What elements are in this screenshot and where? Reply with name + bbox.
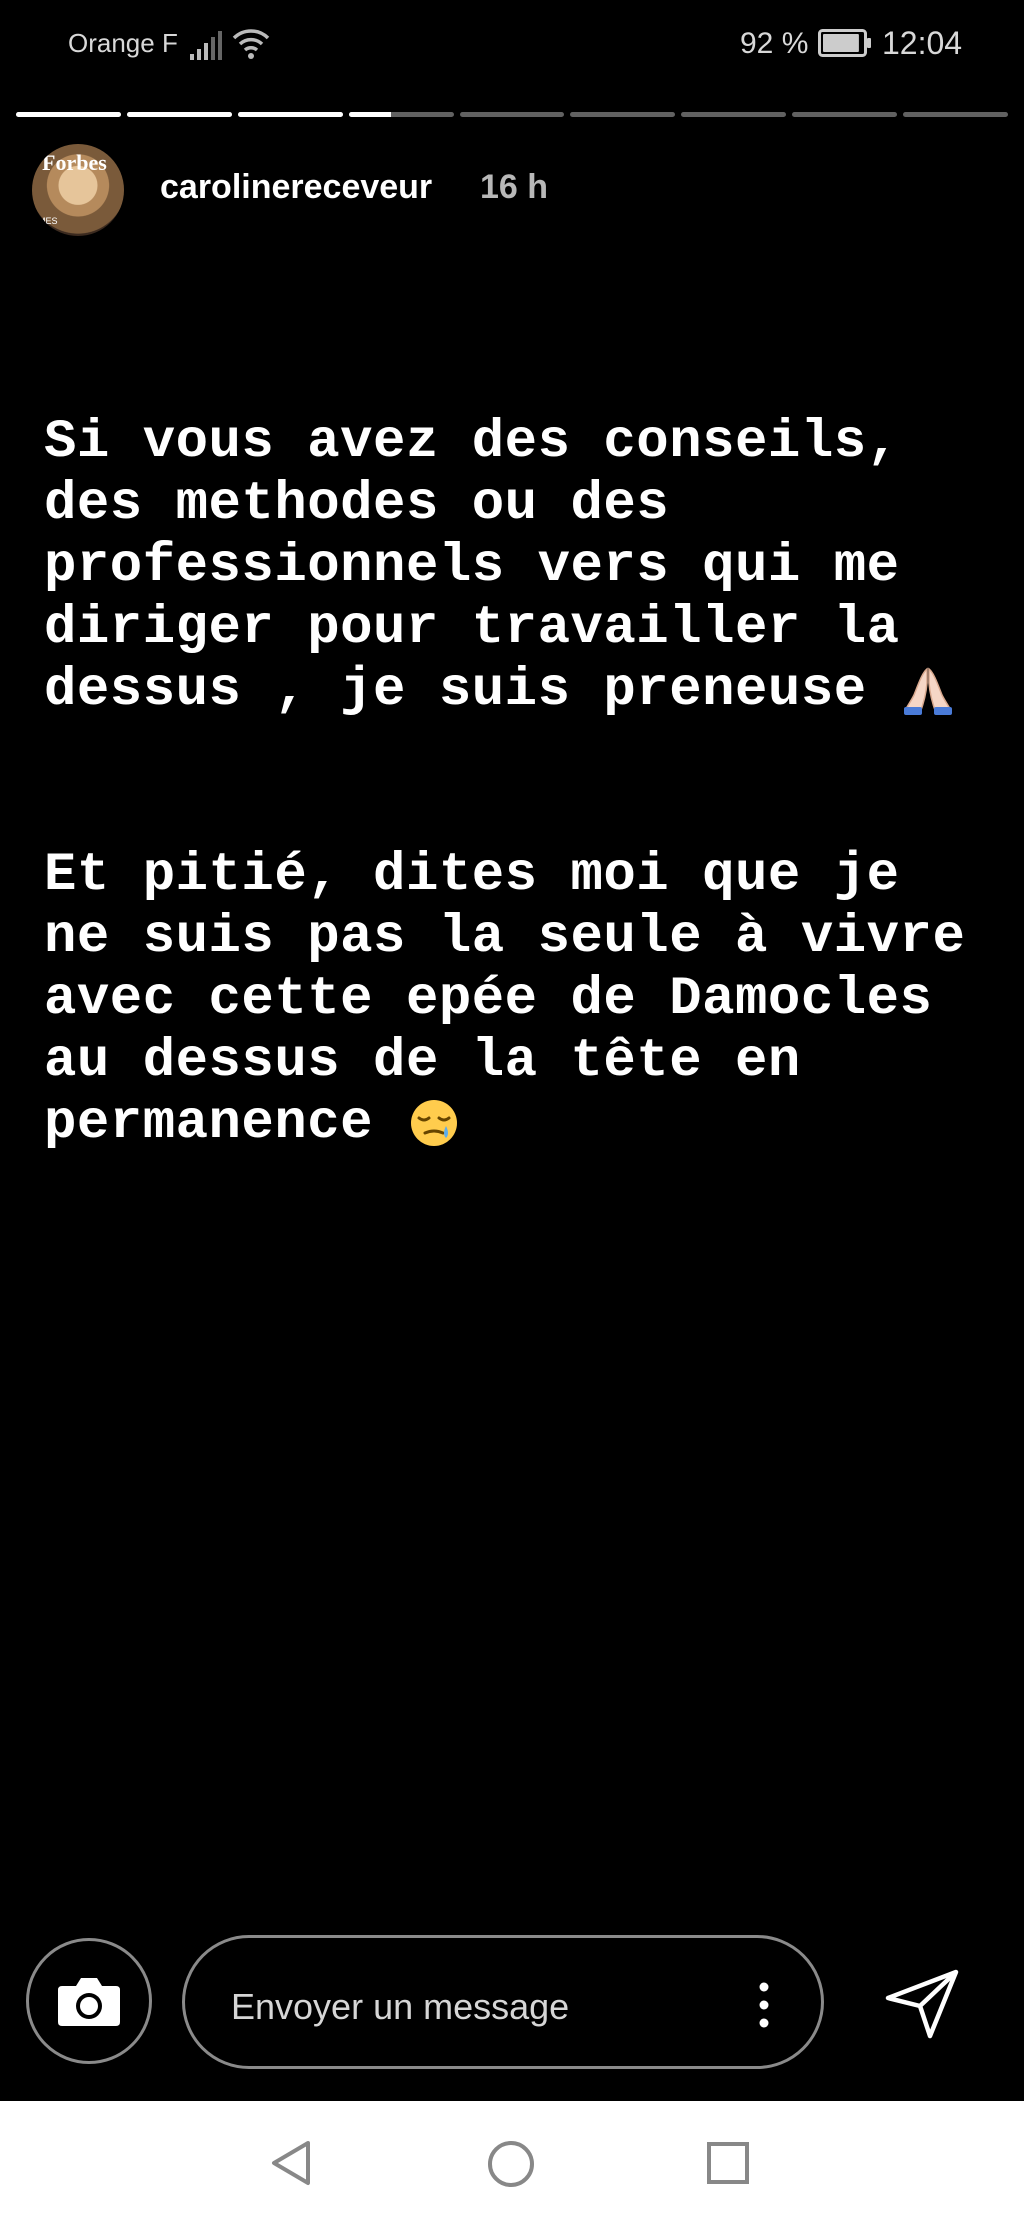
carrier-label: Orange F [68, 28, 178, 58]
story-progress-segment [792, 112, 898, 117]
story-progress-segment [237, 112, 343, 117]
camera-button[interactable] [26, 1938, 152, 2064]
story-progress-segment [681, 112, 787, 117]
story-progress-fill [237, 112, 343, 117]
message-input[interactable]: Envoyer un message [182, 1935, 824, 2069]
sleepy-face-icon [410, 1099, 457, 1146]
avatar-magazine-title: Forbes [42, 150, 107, 175]
more-vertical-icon[interactable] [759, 1982, 769, 2028]
username[interactable]: carolinereceveur [160, 168, 432, 207]
battery-icon [818, 29, 871, 57]
story-progress-fill [16, 112, 121, 117]
story-paragraph-1-text: Si vous avez des conseils, des methodes … [44, 412, 900, 721]
story-progress-segment [16, 112, 121, 117]
back-icon[interactable] [268, 2139, 314, 2187]
story-progress-segment [570, 112, 676, 117]
story-progress-bar [16, 112, 1009, 117]
story-progress-fill [126, 112, 232, 117]
avatar[interactable]: Forbes MES [32, 144, 124, 236]
post-time: 16 h [480, 168, 549, 206]
send-icon[interactable] [884, 1968, 960, 2040]
home-icon[interactable] [486, 2139, 536, 2189]
story-paragraph-1: Si vous avez des conseils, des methodes … [44, 412, 984, 722]
status-bar: Orange F 92 % 12:04 [0, 0, 1024, 90]
story-progress-fill [348, 112, 391, 117]
navigation-bar [0, 2101, 1024, 2219]
clock: 12:04 [882, 25, 963, 61]
story-paragraph-2: Et pitié, dites moi que je ne suis pas l… [44, 845, 984, 1155]
battery-percent: 92 % [740, 27, 809, 60]
camera-icon [58, 1978, 120, 2026]
signal-icon [190, 31, 222, 60]
message-input-placeholder: Envoyer un message [231, 1986, 570, 2027]
story-progress-segment [126, 112, 232, 117]
avatar-magazine-subtext: MES [38, 216, 58, 226]
recent-apps-icon[interactable] [706, 2141, 750, 2185]
wifi-icon [232, 29, 270, 59]
story-paragraph-2-text: Et pitié, dites moi que je ne suis pas l… [44, 845, 966, 1154]
story-progress-segment [348, 112, 454, 117]
story-progress-segment [903, 112, 1009, 117]
story-progress-segment [459, 112, 565, 117]
praying-hands-icon [903, 667, 952, 715]
